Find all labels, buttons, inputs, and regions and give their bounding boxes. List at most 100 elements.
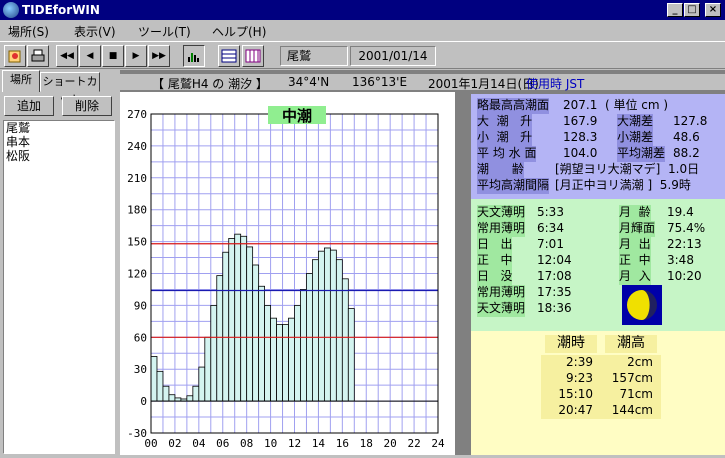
tide-bar bbox=[258, 285, 266, 402]
delete-button[interactable]: 削除 bbox=[62, 96, 112, 116]
mean-level-label: 平 均 水 面 bbox=[477, 146, 537, 162]
tide-constants-panel: 略最高高潮面 207.1 ( 単位 cm ) 大 潮 升 167.9 大潮差 1… bbox=[471, 94, 725, 199]
moonrise-value: 22:13 bbox=[667, 237, 702, 251]
x-tick-label: 14 bbox=[312, 437, 326, 450]
date-display[interactable]: 2001/01/14 bbox=[350, 46, 436, 66]
y-tick-label: 120 bbox=[127, 268, 147, 281]
sun-transit-value: 12:04 bbox=[537, 253, 572, 267]
x-tick-label: 02 bbox=[168, 437, 181, 450]
x-tick-label: 16 bbox=[336, 437, 349, 450]
add-button[interactable]: 追加 bbox=[4, 96, 54, 116]
tide-bar bbox=[228, 238, 236, 402]
x-tick-label: 22 bbox=[407, 437, 420, 450]
window-title: TIDEforWIN bbox=[22, 3, 100, 17]
stop-button[interactable]: ■ bbox=[102, 45, 124, 67]
moon-phase-icon bbox=[622, 285, 662, 325]
y-tick-label: 210 bbox=[127, 172, 147, 185]
tide-bar bbox=[222, 251, 230, 402]
graph-view-icon[interactable] bbox=[183, 45, 205, 67]
tide-bar bbox=[282, 324, 289, 402]
highest-water-label: 略最高高潮面 bbox=[477, 98, 550, 114]
spring-rise-label: 大 潮 升 bbox=[477, 114, 533, 130]
forward-fast-button[interactable]: ▶▶ bbox=[148, 45, 170, 67]
station-header: 【 尾鷲H4 の 潮汐 】 34°4'N 136°13'E 2001年1月14日… bbox=[120, 74, 725, 91]
hw-interval-value: [月正中ヨリ満潮 ] 5.9時 bbox=[555, 178, 691, 192]
app-globe-icon bbox=[3, 2, 19, 18]
moonset-label: 月 入 bbox=[619, 269, 651, 285]
tide-bar bbox=[204, 336, 212, 402]
tide-bar bbox=[300, 289, 307, 402]
tide-bar bbox=[276, 324, 283, 402]
rewind-fast-button[interactable]: ◀◀ bbox=[56, 45, 78, 67]
sunset-value: 17:08 bbox=[537, 269, 572, 283]
y-tick-label: 240 bbox=[127, 140, 147, 153]
tide-chart-svg: 2702402101801501209060300-3000 02 04 06 08 10… bbox=[127, 106, 445, 450]
open-icon[interactable] bbox=[4, 45, 26, 67]
tide-bar bbox=[156, 370, 164, 402]
menu-place[interactable]: 場所(S) bbox=[8, 23, 49, 40]
astro-twilight-pm-label: 天文薄明 bbox=[477, 301, 526, 317]
spring-rise-value: 167.9 bbox=[563, 114, 598, 128]
moon-transit-value: 3:48 bbox=[667, 253, 694, 267]
sun-transit-label: 正 中 bbox=[477, 253, 513, 269]
neap-rise-label: 小 潮 升 bbox=[477, 130, 533, 146]
tide-height: 71cm bbox=[619, 387, 653, 401]
location-display: 尾鷲 bbox=[280, 46, 348, 66]
moon-illum-value: 75.4% bbox=[667, 221, 706, 235]
moon-illum-label: 月輝面 bbox=[619, 221, 656, 237]
list-item[interactable]: 松阪 bbox=[4, 149, 114, 163]
timezone: 使用時 JST bbox=[526, 77, 585, 91]
astro-twilight-pm-value: 18:36 bbox=[537, 301, 572, 315]
y-tick-label: 30 bbox=[134, 363, 147, 376]
rewind-button[interactable]: ◀ bbox=[79, 45, 101, 67]
tide-time: 2:39 bbox=[566, 355, 593, 369]
print-icon[interactable] bbox=[27, 45, 49, 67]
chart-title: 中潮 bbox=[282, 107, 312, 125]
tide-height-header: 潮高 bbox=[605, 335, 657, 353]
y-tick-label: 0 bbox=[140, 395, 147, 408]
list-item[interactable]: 串本 bbox=[4, 135, 114, 149]
tide-bar bbox=[288, 317, 295, 402]
menu-tools[interactable]: ツール(T) bbox=[138, 23, 191, 40]
maximize-button[interactable]: □ bbox=[684, 3, 700, 17]
spring-range-label: 大潮差 bbox=[617, 114, 654, 130]
tide-bar bbox=[234, 233, 242, 402]
x-tick-label: 04 bbox=[192, 437, 206, 450]
astro-twilight-am-label: 天文薄明 bbox=[477, 205, 526, 221]
calendar-view-icon[interactable] bbox=[242, 45, 264, 67]
table-view-icon[interactable] bbox=[218, 45, 240, 67]
sunset-label: 日 没 bbox=[477, 269, 513, 285]
tide-bar bbox=[264, 304, 271, 402]
list-item[interactable]: 尾鷲 bbox=[4, 121, 114, 135]
neap-range-label: 小潮差 bbox=[617, 130, 654, 146]
hw-interval-label: 平均高潮間隔 bbox=[477, 178, 550, 194]
tide-bar bbox=[240, 235, 248, 402]
sunrise-label: 日 出 bbox=[477, 237, 513, 253]
tide-bar bbox=[150, 356, 158, 402]
civil-twilight-am-label: 常用薄明 bbox=[477, 221, 526, 237]
mean-range-label: 平均潮差 bbox=[617, 146, 666, 162]
neap-rise-value: 128.3 bbox=[563, 130, 598, 144]
tide-bar bbox=[270, 317, 277, 402]
longitude: 136°13'E bbox=[352, 75, 408, 89]
tab-shortcut[interactable]: ショートカット bbox=[40, 72, 100, 106]
close-button[interactable]: × bbox=[705, 3, 721, 17]
tide-height: 157cm bbox=[611, 371, 653, 385]
tide-bar bbox=[312, 259, 319, 402]
y-tick-label: 90 bbox=[134, 299, 147, 312]
menu-help[interactable]: ヘルプ(H) bbox=[212, 23, 266, 40]
forward-button[interactable]: ▶ bbox=[125, 45, 147, 67]
tab-place[interactable]: 場所 bbox=[2, 70, 40, 92]
x-tick-label: 12 bbox=[288, 437, 301, 450]
spring-range-value: 127.8 bbox=[673, 114, 708, 128]
sunrise-value: 7:01 bbox=[537, 237, 564, 251]
tide-chart: 270 240 210 180 150 120 90 60 30 0 -30 00 02 04 06 08 10… bbox=[120, 92, 455, 455]
menu-view[interactable]: 表示(V) bbox=[74, 23, 116, 40]
minimize-button[interactable]: _ bbox=[667, 3, 683, 17]
tide-bar bbox=[341, 278, 349, 402]
tide-bar bbox=[162, 385, 170, 402]
mean-level-value: 104.0 bbox=[563, 146, 598, 160]
tide-time: 20:47 bbox=[558, 403, 593, 417]
tide-bar bbox=[186, 395, 194, 402]
header-date: 2001年1月14日(日) bbox=[428, 77, 539, 91]
